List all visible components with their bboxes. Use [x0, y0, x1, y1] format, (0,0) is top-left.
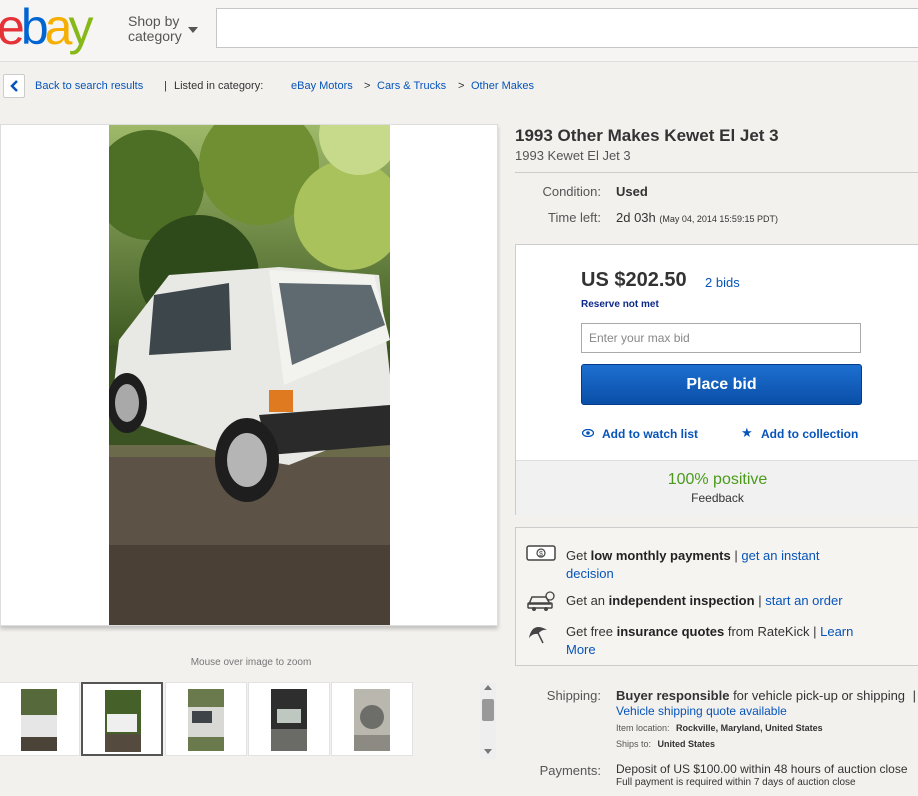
inspection-promo: Get an independent inspection | start an… [566, 592, 843, 610]
condition-label: Condition: [542, 184, 601, 199]
promo-text: from RateKick | [727, 624, 817, 639]
chevron-down-icon[interactable] [188, 27, 198, 33]
logo-letter-y: y [68, 0, 93, 55]
ebay-logo[interactable]: ebay [0, 0, 93, 55]
thumbnail-scrollbar[interactable] [480, 683, 496, 759]
promo-highlight: low monthly payments [590, 548, 731, 563]
time-left-value: 2d 03h (May 04, 2014 15:59:15 PDT) [616, 210, 778, 225]
promo-highlight: independent inspection [608, 593, 755, 608]
thumbnail-5[interactable] [331, 682, 413, 756]
current-price: US $202.50 [581, 269, 687, 291]
shipping-label: Shipping: [546, 688, 601, 703]
promo-text: Get [566, 548, 587, 563]
main-image-frame [0, 124, 498, 626]
shop-by-category-button[interactable]: Shop by category [128, 14, 182, 44]
item-location: Item location: Rockville, Maryland, Unit… [616, 723, 823, 733]
feedback-percentage: 100% positive [667, 471, 768, 488]
payment-full-terms: Full payment is required within 7 days o… [616, 777, 856, 788]
shop-by-label: Shop by [128, 13, 180, 29]
logo-letter-a: a [44, 0, 73, 55]
promo-text: Get free [566, 624, 613, 639]
thumbnail-1[interactable] [0, 682, 80, 756]
breadcrumb-cars-trucks[interactable]: Cars & Trucks [377, 80, 446, 92]
payments-label: Payments: [539, 763, 601, 778]
promo-text: Get an [566, 593, 606, 608]
back-to-search-link[interactable]: Back to search results [35, 80, 143, 92]
thumbnail-image [271, 689, 307, 751]
time-left-end-date: (May 04, 2014 15:59:15 PDT) [659, 214, 778, 224]
max-bid-input[interactable] [581, 323, 861, 353]
shipping-separator: | [912, 688, 917, 703]
site-header: ebay Shop by category [0, 0, 918, 62]
header-divider [0, 61, 918, 62]
thumbnail-4[interactable] [248, 682, 330, 756]
reserve-status: Reserve not met [581, 299, 659, 310]
logo-letter-b: b [20, 0, 49, 55]
thumbnail-image [354, 689, 390, 751]
thumbnail-image [21, 689, 57, 751]
scroll-up-icon[interactable] [484, 685, 492, 690]
money-icon: $ [526, 545, 556, 561]
breadcrumb-other-makes[interactable]: Other Makes [471, 80, 534, 92]
shipping-detail: for vehicle pick-up or shipping [733, 688, 906, 703]
shipping-info: Buyer responsible for vehicle pick-up or… [616, 688, 916, 703]
ships-to: Ships to: United States [616, 739, 715, 749]
add-to-collection-link[interactable]: Add to collection [761, 427, 858, 441]
financing-promo-box: $ Get low monthly payments | get an inst… [515, 527, 918, 666]
zoom-hint: Mouse over image to zoom [190, 657, 312, 668]
logo-letter-e: e [0, 0, 25, 55]
condition-value: Used [616, 184, 648, 199]
thumbnail-strip [0, 680, 480, 758]
item-subtitle: 1993 Kewet El Jet 3 [515, 148, 631, 163]
place-bid-button[interactable]: Place bid [581, 364, 862, 405]
insurance-promo: Get free insurance quotes from RateKick … [566, 623, 906, 659]
payment-deposit-terms: Deposit of US $100.00 within 48 hours of… [616, 762, 908, 776]
title-divider [515, 172, 918, 173]
promo-separator: | [734, 548, 738, 563]
search-input[interactable] [216, 8, 918, 48]
learn-more-link-cont[interactable]: More [566, 642, 596, 657]
time-left-remaining: 2d 03h [616, 210, 656, 225]
breadcrumb-arrow: > [364, 80, 371, 92]
main-vehicle-photo[interactable] [109, 125, 390, 625]
promo-separator: | [758, 593, 762, 608]
start-order-link[interactable]: start an order [765, 593, 842, 608]
item-title: 1993 Other Makes Kewet El Jet 3 [515, 126, 779, 145]
breadcrumb-ebay-motors[interactable]: eBay Motors [291, 80, 353, 92]
ships-to-value: United States [657, 739, 716, 749]
category-label: category [128, 28, 182, 44]
seller-feedback: 100% positive Feedback [516, 460, 918, 515]
add-to-watch-list-link[interactable]: Add to watch list [602, 427, 698, 441]
thumbnail-image [105, 690, 141, 752]
item-location-label: Item location: [616, 723, 670, 733]
back-button[interactable] [3, 74, 25, 98]
bid-panel: US $202.50 2 bids Reserve not met Place … [515, 244, 918, 515]
listed-in-label: Listed in category: [174, 80, 264, 92]
item-location-value: Rockville, Maryland, United States [676, 723, 823, 733]
scroll-down-icon[interactable] [484, 749, 492, 754]
instant-decision-link[interactable]: get an instant [741, 548, 819, 563]
feedback-label: Feedback [691, 491, 744, 505]
time-left-label: Time left: [548, 210, 601, 225]
breadcrumb-separator: | [164, 80, 167, 92]
umbrella-icon [528, 626, 548, 644]
ships-to-label: Ships to: [616, 739, 652, 749]
promo-highlight: insurance quotes [616, 624, 725, 639]
thumbnail-image [188, 689, 224, 751]
thumbnail-2[interactable] [81, 682, 163, 756]
svg-text:$: $ [539, 551, 543, 558]
shipping-responsibility: Buyer responsible [616, 688, 730, 703]
car-inspection-icon [527, 591, 555, 611]
scrollbar-thumb[interactable] [482, 699, 494, 721]
shipping-quote-link[interactable]: Vehicle shipping quote available [616, 704, 787, 718]
breadcrumb-arrow: > [458, 80, 465, 92]
financing-promo: Get low monthly payments | get an instan… [566, 547, 906, 583]
star-icon: ★ [741, 425, 753, 440]
learn-more-link[interactable]: Learn [820, 624, 853, 639]
instant-decision-link-cont[interactable]: decision [566, 566, 614, 581]
thumbnail-3[interactable] [165, 682, 247, 756]
chevron-left-icon [10, 80, 18, 92]
bid-count-link[interactable]: 2 bids [705, 275, 740, 290]
eye-icon [582, 429, 594, 437]
